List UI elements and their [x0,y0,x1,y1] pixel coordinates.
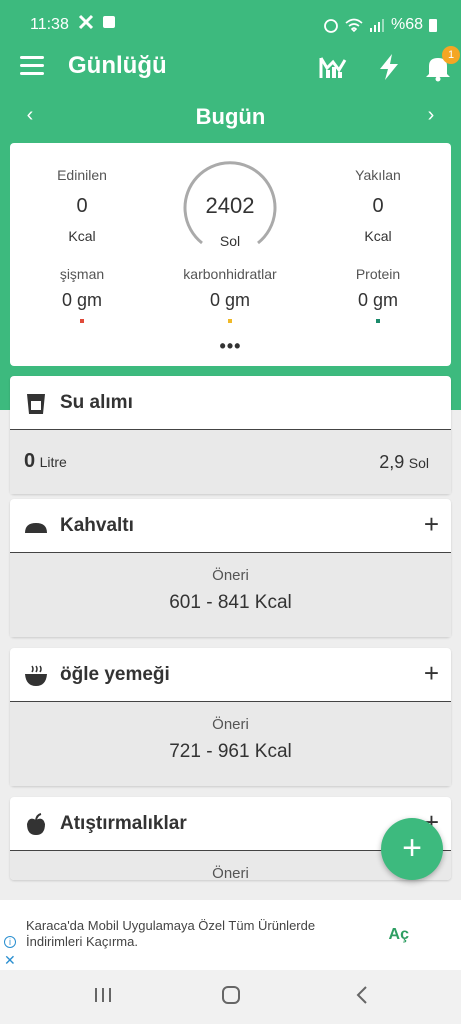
bread-icon [25,523,47,533]
macro-label: karbonhidratlar [183,266,277,282]
status-time: 11:38 [30,16,69,33]
day-navigation: ‹ Bugün › [0,100,461,134]
remaining-calories: 2402 [205,193,255,218]
meal-suggestion[interactable]: Öneri 721 - 961 Kcal [10,702,451,786]
alarm-icon [324,19,338,33]
suggestion-kcal: 601 - 841 Kcal [169,592,292,613]
recent-apps-icon[interactable] [92,984,114,1006]
water-title: Su alımı [60,392,133,413]
status-system-icons: %68 [323,16,437,34]
water-remaining: 2,9 [379,452,405,472]
macro-label: şişman [59,266,105,282]
next-day-button[interactable]: › [419,104,443,127]
eaten-unit: Kcal [68,228,96,244]
add-breakfast-button[interactable]: + [424,509,439,540]
macro-value: 0 gm [209,290,251,310]
battery-percent: %68 [390,16,423,33]
suggestion-kcal: 721 - 961 Kcal [169,741,292,762]
app-notification-icon [103,16,115,28]
meal-title: Kahvaltı [60,515,134,536]
burned-unit: Kcal [364,228,392,244]
macro-fat: şişman 0 gm [12,266,152,323]
meal-card-lunch: öğle yemeği + Öneri 721 - 961 Kcal [10,648,451,786]
meal-suggestion[interactable]: Öneri 601 - 841 Kcal [10,553,451,637]
ad-open-button[interactable]: Aç [389,926,409,944]
add-lunch-button[interactable]: + [424,658,439,689]
water-unit: Litre [39,454,67,470]
notifications-button[interactable]: 1 [424,46,460,82]
burned-block: Yakılan 0 Kcal [308,167,448,244]
ad-banner[interactable]: i ✕ Karaca'da Mobil Uygulamaya Özel Tüm … [0,900,461,970]
water-remaining-unit: Sol [408,455,429,471]
macro-protein: Protein 0 gm [308,266,448,323]
water-amount: 0 [24,450,36,472]
remaining-label: Sol [219,233,241,249]
battery-icon [429,19,437,32]
status-bar: 11:38 %68 [0,0,461,46]
meal-header[interactable]: öğle yemeği + [10,648,451,702]
more-button[interactable]: ••• [10,336,451,357]
menu-icon[interactable] [20,56,44,76]
system-navigation-bar [0,970,461,1024]
add-fab-button[interactable]: + [381,818,443,880]
macro-value: 0 gm [357,290,399,310]
protein-color-dot [376,319,380,323]
remaining-calories-gauge[interactable]: 2402 Sol [180,155,280,255]
water-header[interactable]: Su alımı [10,376,451,430]
home-icon[interactable] [220,984,242,1006]
meal-title: Atıştırmalıklar [60,813,187,834]
app-bar: Günlüğü 1 [0,46,461,90]
water-body[interactable]: 0 Litre 2,9 Sol [10,430,451,494]
meal-header[interactable]: Kahvaltı + [10,499,451,553]
eaten-block: Edinilen 0 Kcal [12,167,152,244]
carbs-color-dot [228,319,232,323]
bowl-icon [25,665,47,686]
notification-badge: 1 [442,46,460,64]
ad-info-icon[interactable]: i [4,936,16,948]
meal-card-breakfast: Kahvaltı + Öneri 601 - 841 Kcal [10,499,451,637]
fat-color-dot [80,319,84,323]
page-title: Günlüğü [68,52,167,79]
apple-icon [27,813,45,835]
burned-label: Yakılan [355,167,401,183]
chart-icon[interactable] [318,52,348,82]
macro-value: 0 gm [61,290,103,310]
meal-title: öğle yemeği [60,664,170,685]
macro-label: Protein [355,266,401,282]
daily-summary-card: Edinilen 0 Kcal 2402 Sol Yakılan 0 Kcal … [10,143,451,366]
day-title: Bugün [195,104,266,129]
eaten-label: Edinilen [57,167,107,183]
ad-close-icon[interactable]: ✕ [4,952,16,969]
ad-text: Karaca'da Mobil Uygulamaya Özel Tüm Ürün… [26,918,316,949]
signal-icon [369,19,384,32]
suggestion-label: Öneri [212,716,249,733]
cup-icon [27,394,45,414]
lightning-icon[interactable] [374,52,404,82]
macro-carbs: karbonhidratlar 0 gm [160,266,300,323]
water-card: Su alımı 0 Litre 2,9 Sol [10,376,451,494]
back-icon[interactable] [352,984,374,1006]
suggestion-label: Öneri [212,567,249,584]
wifi-icon [345,18,363,33]
eaten-value: 0 [76,195,88,217]
app-notification-icon [78,14,94,30]
status-notification-icons [78,14,116,30]
burned-value: 0 [372,195,384,217]
